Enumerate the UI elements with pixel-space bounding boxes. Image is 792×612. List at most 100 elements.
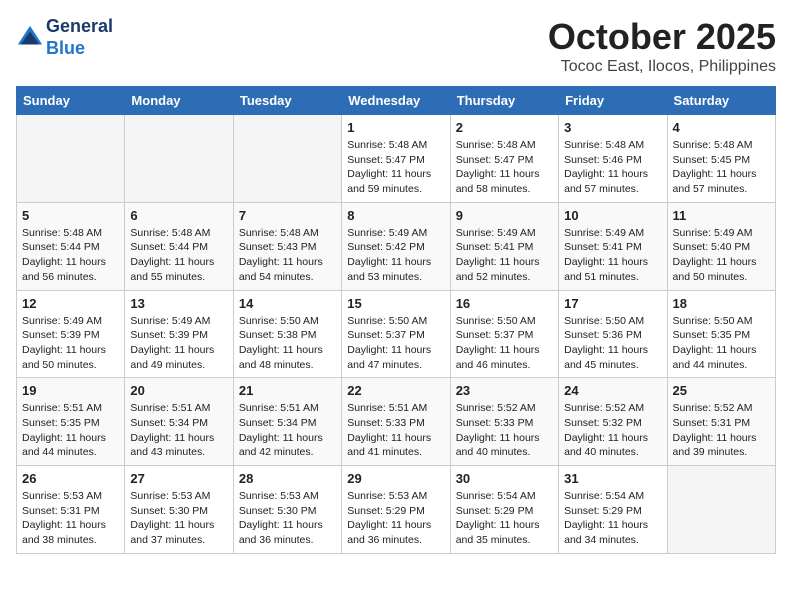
calendar-cell: 26 Sunrise: 5:53 AMSunset: 5:31 PMDayligh…	[17, 466, 125, 554]
calendar-cell: 16 Sunrise: 5:50 AMSunset: 5:37 PMDayligh…	[450, 290, 558, 378]
day-number: 6	[130, 208, 227, 223]
day-header-monday: Monday	[125, 87, 233, 115]
day-info: Sunrise: 5:48 AMSunset: 5:45 PMDaylight:…	[673, 138, 770, 197]
day-header-tuesday: Tuesday	[233, 87, 341, 115]
calendar-week-1: 5 Sunrise: 5:48 AMSunset: 5:44 PMDaylight…	[17, 202, 776, 290]
day-number: 11	[673, 208, 770, 223]
day-number: 5	[22, 208, 119, 223]
day-number: 31	[564, 471, 661, 486]
day-number: 30	[456, 471, 553, 486]
calendar-cell: 22 Sunrise: 5:51 AMSunset: 5:33 PMDayligh…	[342, 378, 450, 466]
day-info: Sunrise: 5:53 AMSunset: 5:30 PMDaylight:…	[239, 489, 336, 548]
calendar-cell: 17 Sunrise: 5:50 AMSunset: 5:36 PMDayligh…	[559, 290, 667, 378]
calendar-cell: 25 Sunrise: 5:52 AMSunset: 5:31 PMDayligh…	[667, 378, 775, 466]
calendar-cell: 18 Sunrise: 5:50 AMSunset: 5:35 PMDayligh…	[667, 290, 775, 378]
day-number: 10	[564, 208, 661, 223]
calendar-cell: 20Sunrise: 5:51 AMSunset: 5:34 PMDayligh…	[125, 378, 233, 466]
calendar-cell: 2 Sunrise: 5:48 AMSunset: 5:47 PMDaylight…	[450, 115, 558, 203]
day-info: Sunrise: 5:50 AMSunset: 5:35 PMDaylight:…	[673, 314, 770, 373]
calendar-cell	[667, 466, 775, 554]
day-number: 19	[22, 383, 119, 398]
day-info: Sunrise: 5:48 AMSunset: 5:44 PMDaylight:…	[22, 226, 119, 285]
calendar-cell: 24Sunrise: 5:52 AMSunset: 5:32 PMDayligh…	[559, 378, 667, 466]
day-number: 4	[673, 120, 770, 135]
calendar-cell: 21 Sunrise: 5:51 AMSunset: 5:34 PMDayligh…	[233, 378, 341, 466]
day-number: 16	[456, 296, 553, 311]
day-info: Sunrise: 5:54 AMSunset: 5:29 PMDaylight:…	[456, 489, 553, 548]
logo: General Blue	[16, 16, 113, 59]
day-info: Sunrise: 5:50 AMSunset: 5:37 PMDaylight:…	[347, 314, 444, 373]
day-info: Sunrise: 5:52 AMSunset: 5:33 PMDaylight:…	[456, 401, 553, 460]
calendar-week-4: 26 Sunrise: 5:53 AMSunset: 5:31 PMDayligh…	[17, 466, 776, 554]
day-number: 1	[347, 120, 444, 135]
calendar-cell: 29 Sunrise: 5:53 AMSunset: 5:29 PMDayligh…	[342, 466, 450, 554]
day-number: 18	[673, 296, 770, 311]
calendar-cell: 31Sunrise: 5:54 AMSunset: 5:29 PMDayligh…	[559, 466, 667, 554]
day-header-friday: Friday	[559, 87, 667, 115]
calendar-week-2: 12Sunrise: 5:49 AMSunset: 5:39 PMDayligh…	[17, 290, 776, 378]
day-info: Sunrise: 5:53 AMSunset: 5:29 PMDaylight:…	[347, 489, 444, 548]
calendar-cell: 12Sunrise: 5:49 AMSunset: 5:39 PMDayligh…	[17, 290, 125, 378]
day-info: Sunrise: 5:49 AMSunset: 5:39 PMDaylight:…	[130, 314, 227, 373]
calendar-cell: 30 Sunrise: 5:54 AMSunset: 5:29 PMDayligh…	[450, 466, 558, 554]
title-block: October 2025 Tococ East, Ilocos, Philipp…	[548, 16, 776, 76]
day-info: Sunrise: 5:53 AMSunset: 5:30 PMDaylight:…	[130, 489, 227, 548]
day-number: 21	[239, 383, 336, 398]
day-number: 29	[347, 471, 444, 486]
day-info: Sunrise: 5:49 AMSunset: 5:40 PMDaylight:…	[673, 226, 770, 285]
calendar-cell: 23 Sunrise: 5:52 AMSunset: 5:33 PMDayligh…	[450, 378, 558, 466]
day-info: Sunrise: 5:53 AMSunset: 5:31 PMDaylight:…	[22, 489, 119, 548]
day-info: Sunrise: 5:48 AMSunset: 5:44 PMDaylight:…	[130, 226, 227, 285]
calendar-body: 1 Sunrise: 5:48 AMSunset: 5:47 PMDaylight…	[17, 115, 776, 554]
calendar-cell: 7 Sunrise: 5:48 AMSunset: 5:43 PMDaylight…	[233, 202, 341, 290]
day-info: Sunrise: 5:49 AMSunset: 5:39 PMDaylight:…	[22, 314, 119, 373]
day-number: 24	[564, 383, 661, 398]
day-info: Sunrise: 5:50 AMSunset: 5:38 PMDaylight:…	[239, 314, 336, 373]
day-info: Sunrise: 5:50 AMSunset: 5:37 PMDaylight:…	[456, 314, 553, 373]
day-number: 26	[22, 471, 119, 486]
calendar-cell	[125, 115, 233, 203]
calendar-header-row: SundayMondayTuesdayWednesdayThursdayFrid…	[17, 87, 776, 115]
day-info: Sunrise: 5:51 AMSunset: 5:33 PMDaylight:…	[347, 401, 444, 460]
day-info: Sunrise: 5:49 AMSunset: 5:41 PMDaylight:…	[456, 226, 553, 285]
day-info: Sunrise: 5:50 AMSunset: 5:36 PMDaylight:…	[564, 314, 661, 373]
calendar-cell: 9 Sunrise: 5:49 AMSunset: 5:41 PMDaylight…	[450, 202, 558, 290]
day-number: 2	[456, 120, 553, 135]
day-info: Sunrise: 5:51 AMSunset: 5:34 PMDaylight:…	[130, 401, 227, 460]
day-number: 17	[564, 296, 661, 311]
day-number: 15	[347, 296, 444, 311]
calendar-cell: 27Sunrise: 5:53 AMSunset: 5:30 PMDayligh…	[125, 466, 233, 554]
day-number: 28	[239, 471, 336, 486]
day-number: 25	[673, 383, 770, 398]
calendar-table: SundayMondayTuesdayWednesdayThursdayFrid…	[16, 86, 776, 554]
day-number: 14	[239, 296, 336, 311]
day-info: Sunrise: 5:49 AMSunset: 5:41 PMDaylight:…	[564, 226, 661, 285]
day-info: Sunrise: 5:48 AMSunset: 5:47 PMDaylight:…	[456, 138, 553, 197]
calendar-cell: 14 Sunrise: 5:50 AMSunset: 5:38 PMDayligh…	[233, 290, 341, 378]
location-title: Tococ East, Ilocos, Philippines	[548, 58, 776, 76]
page-header: General Blue October 2025 Tococ East, Il…	[16, 16, 776, 76]
day-number: 9	[456, 208, 553, 223]
day-number: 8	[347, 208, 444, 223]
calendar-cell: 5 Sunrise: 5:48 AMSunset: 5:44 PMDaylight…	[17, 202, 125, 290]
logo-text-general: General	[46, 16, 113, 38]
day-info: Sunrise: 5:48 AMSunset: 5:47 PMDaylight:…	[347, 138, 444, 197]
calendar-week-0: 1 Sunrise: 5:48 AMSunset: 5:47 PMDaylight…	[17, 115, 776, 203]
calendar-cell: 8Sunrise: 5:49 AMSunset: 5:42 PMDaylight…	[342, 202, 450, 290]
calendar-cell: 4 Sunrise: 5:48 AMSunset: 5:45 PMDaylight…	[667, 115, 775, 203]
day-number: 7	[239, 208, 336, 223]
day-info: Sunrise: 5:51 AMSunset: 5:34 PMDaylight:…	[239, 401, 336, 460]
calendar-cell: 13 Sunrise: 5:49 AMSunset: 5:39 PMDayligh…	[125, 290, 233, 378]
calendar-cell: 10 Sunrise: 5:49 AMSunset: 5:41 PMDayligh…	[559, 202, 667, 290]
day-number: 13	[130, 296, 227, 311]
day-header-sunday: Sunday	[17, 87, 125, 115]
day-number: 22	[347, 383, 444, 398]
day-info: Sunrise: 5:48 AMSunset: 5:43 PMDaylight:…	[239, 226, 336, 285]
day-header-saturday: Saturday	[667, 87, 775, 115]
day-info: Sunrise: 5:52 AMSunset: 5:31 PMDaylight:…	[673, 401, 770, 460]
day-header-thursday: Thursday	[450, 87, 558, 115]
calendar-cell	[233, 115, 341, 203]
day-number: 3	[564, 120, 661, 135]
day-number: 23	[456, 383, 553, 398]
calendar-cell: 11 Sunrise: 5:49 AMSunset: 5:40 PMDayligh…	[667, 202, 775, 290]
